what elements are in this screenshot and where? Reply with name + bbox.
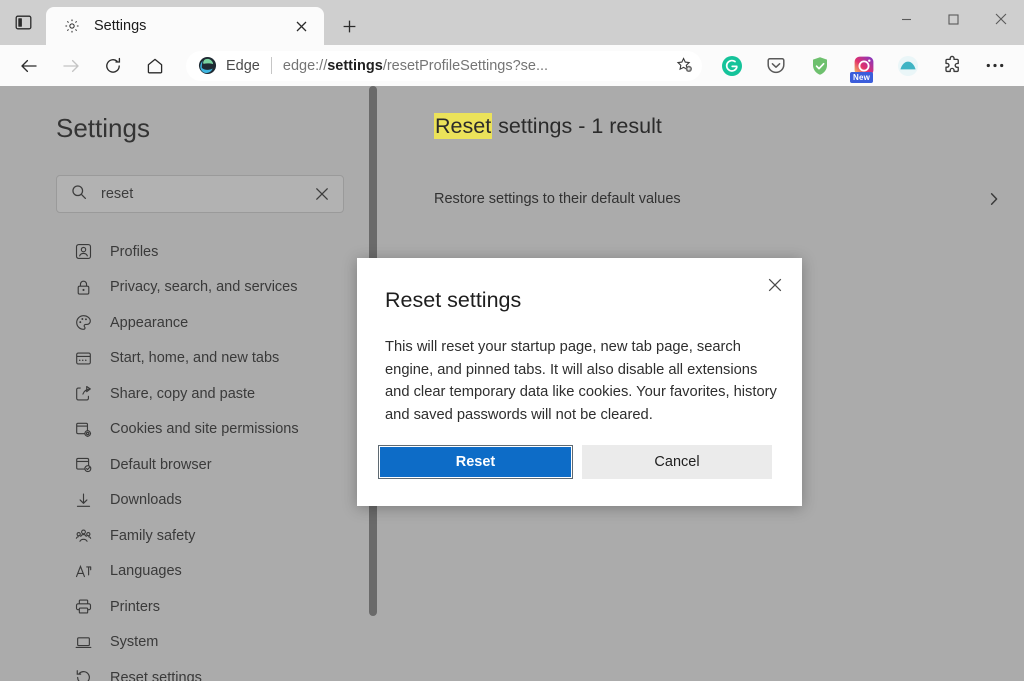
- address-bar[interactable]: Edge edge://settings/resetProfileSetting…: [186, 50, 702, 81]
- sidebar-item-label: Privacy, search, and services: [110, 279, 298, 296]
- sidebar-item-label: Printers: [110, 598, 160, 615]
- sidebar-item-label: Profiles: [110, 243, 159, 260]
- extension-new-badge: New: [850, 71, 874, 83]
- settings-sidebar: Settings reset Profiles Privacy, search,…: [0, 86, 378, 681]
- cancel-button[interactable]: Cancel: [582, 445, 772, 479]
- search-result-label: Restore settings to their default values: [434, 191, 681, 207]
- palette-icon: [73, 313, 93, 333]
- home-button[interactable]: [138, 49, 172, 83]
- tab-strip: Settings: [0, 0, 1024, 45]
- profile-icon: [73, 242, 93, 262]
- sidebar-item-label: Family safety: [110, 527, 196, 544]
- family-people-icon: [73, 526, 93, 546]
- sidebar-item-reset-settings[interactable]: Reset settings: [0, 660, 378, 681]
- sidebar-item-label: Start, home, and new tabs: [110, 350, 280, 367]
- tab-settings[interactable]: Settings: [46, 7, 324, 45]
- sidebar-item-label: Appearance: [110, 314, 189, 331]
- window-controls: [883, 0, 1024, 38]
- search-settings-input[interactable]: reset: [56, 175, 344, 213]
- omnibox-separator: [270, 57, 272, 74]
- dialog-actions: Reset Cancel: [378, 445, 772, 479]
- cookie-permissions-icon: [73, 419, 93, 439]
- settings-and-more-button[interactable]: [978, 49, 1012, 83]
- grammarly-extension-icon[interactable]: [717, 51, 747, 81]
- dialog-body-text: This will reset your startup page, new t…: [385, 339, 777, 423]
- sidebar-item-cookies-site-permissions[interactable]: Cookies and site permissions: [0, 412, 378, 448]
- search-term-highlight: Reset: [434, 113, 493, 139]
- reset-button[interactable]: Reset: [378, 445, 573, 479]
- pocket-extension-icon[interactable]: [761, 51, 791, 81]
- language-A-icon: [73, 561, 93, 581]
- share-icon: [73, 384, 93, 404]
- tab-actions-icon[interactable]: [0, 0, 46, 45]
- sidebar-item-profiles[interactable]: Profiles: [0, 234, 378, 270]
- sidebar-item-label: Cookies and site permissions: [110, 421, 299, 438]
- instagram-extension-icon[interactable]: New: [849, 51, 879, 83]
- sidebar-item-downloads[interactable]: Downloads: [0, 483, 378, 519]
- sidebar-item-label: Languages: [110, 563, 182, 580]
- sidebar-item-start-home-new-tabs[interactable]: Start, home, and new tabs: [0, 341, 378, 377]
- search-input-value[interactable]: reset: [101, 186, 309, 202]
- sidebar-item-label: Reset settings: [110, 669, 202, 681]
- sidebar-item-share-copy-paste[interactable]: Share, copy and paste: [0, 376, 378, 412]
- reset-settings-dialog: Reset settings This will reset your star…: [357, 258, 802, 506]
- sidebar-item-family-safety[interactable]: Family safety: [0, 518, 378, 554]
- browser-window: Settings Edge edge://settings/resetProfi…: [0, 0, 1024, 681]
- sidebar-item-label: Default browser: [110, 456, 212, 473]
- sidebar-item-label: System: [110, 634, 159, 651]
- laptop-icon: [73, 632, 93, 652]
- sidebar-item-default-browser[interactable]: Default browser: [0, 447, 378, 483]
- page-title: Settings: [56, 113, 150, 143]
- window-tabs-icon: [73, 348, 93, 368]
- forward-button[interactable]: [54, 49, 88, 83]
- sidebar-item-system[interactable]: System: [0, 625, 378, 661]
- new-tab-button[interactable]: [330, 7, 368, 45]
- url-prefix: edge://: [282, 57, 328, 74]
- add-favorite-star-icon[interactable]: [670, 52, 698, 80]
- minimize-button[interactable]: [883, 0, 930, 38]
- url-path: /resetProfileSettings?se...: [382, 57, 549, 74]
- url-domain: settings: [327, 57, 383, 74]
- dialog-title: Reset settings: [385, 288, 522, 312]
- close-icon[interactable]: [288, 13, 314, 39]
- search-icon: [71, 184, 87, 205]
- printer-icon: [73, 597, 93, 617]
- clear-x-icon[interactable]: [309, 181, 335, 207]
- sidebar-item-privacy-search-services[interactable]: Privacy, search, and services: [0, 270, 378, 306]
- sidebar-item-printers[interactable]: Printers: [0, 589, 378, 625]
- omnibox-brand-label: Edge: [226, 57, 260, 74]
- settings-nav-list: Profiles Privacy, search, and services A…: [0, 234, 378, 681]
- search-result-row[interactable]: Restore settings to their default values: [378, 178, 1024, 220]
- close-button[interactable]: [977, 0, 1024, 38]
- gear-icon: [62, 16, 82, 36]
- download-arrow-icon: [73, 490, 93, 510]
- omnibox-url[interactable]: edge://settings/resetProfileSettings?se.…: [283, 58, 670, 74]
- maximize-button[interactable]: [930, 0, 977, 38]
- search-result-heading: Reset settings - 1 result: [434, 113, 662, 139]
- close-x-icon[interactable]: [756, 266, 794, 304]
- sidebar-item-label: Downloads: [110, 492, 182, 509]
- arc-extension-icon[interactable]: [893, 51, 923, 81]
- refresh-button[interactable]: [96, 49, 130, 83]
- search-result-count: settings - 1 result: [492, 114, 662, 138]
- adblock-shield-extension-icon[interactable]: [805, 51, 835, 81]
- tab-title: Settings: [94, 18, 147, 34]
- edge-logo-icon: [198, 56, 217, 75]
- lock-icon: [73, 277, 93, 297]
- sidebar-item-label: Share, copy and paste: [110, 385, 256, 402]
- extensions-puzzle-icon[interactable]: [937, 51, 967, 81]
- chevron-right-icon[interactable]: [982, 187, 1006, 211]
- back-button[interactable]: [12, 49, 46, 83]
- sidebar-item-appearance[interactable]: Appearance: [0, 305, 378, 341]
- default-browser-icon: [73, 455, 93, 475]
- sidebar-item-languages[interactable]: Languages: [0, 554, 378, 590]
- reset-arrow-icon: [73, 668, 93, 681]
- browser-toolbar: Edge edge://settings/resetProfileSetting…: [0, 45, 1024, 86]
